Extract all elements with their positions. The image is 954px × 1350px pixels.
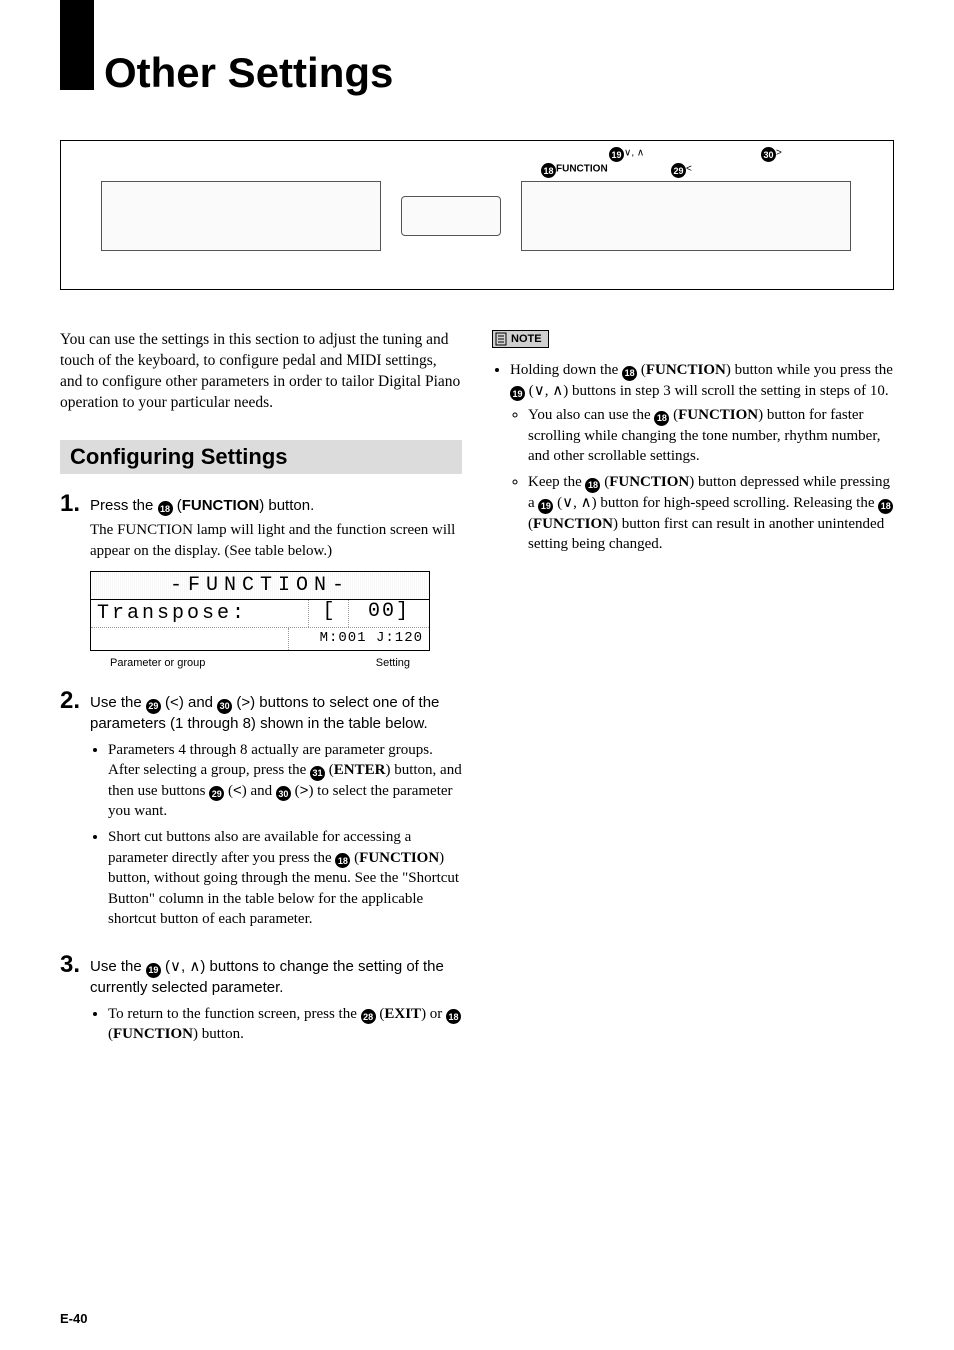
step-1-line-pre: Press the bbox=[90, 497, 158, 514]
page-title: Other Settings bbox=[94, 30, 393, 96]
marker-19: 19∨, ∧ bbox=[609, 147, 644, 162]
lcd-top-row: -FUNCTION- bbox=[91, 572, 429, 600]
title-area: Other Settings bbox=[60, 30, 894, 96]
lcd-label-left: Parameter or group bbox=[110, 657, 205, 669]
section-heading: Configuring Settings bbox=[60, 440, 462, 474]
ref-18-icon: 18 bbox=[158, 501, 173, 516]
step-3-bullet-1: To return to the function screen, press … bbox=[108, 1004, 462, 1045]
marker-29: 29< bbox=[671, 163, 692, 178]
right-column: NOTE Holding down the 18 (FUNCTION) butt… bbox=[492, 330, 894, 1068]
step-3-num: 3. bbox=[60, 953, 90, 977]
step-1-line-end: ) button. bbox=[259, 497, 314, 514]
note-bullet-1: Holding down the 18 (FUNCTION) button wh… bbox=[510, 360, 894, 554]
marker-30: 30> bbox=[761, 147, 782, 162]
note-sub-1: You also can use the 18 (FUNCTION) butto… bbox=[528, 405, 894, 466]
note-icon bbox=[495, 332, 507, 346]
lcd-display: -FUNCTION- Transpose: [ 00] M:001 J:120 bbox=[90, 571, 430, 651]
lcd-value: 00] bbox=[349, 600, 429, 627]
step-2-num: 2. bbox=[60, 689, 90, 713]
step-1-line-post: ( bbox=[173, 497, 182, 514]
lcd-bracket: [ bbox=[309, 600, 349, 627]
lcd-param: Transpose: bbox=[91, 600, 309, 627]
step-3: 3. Use the 19 (∨, ∧) buttons to change t… bbox=[60, 953, 462, 1059]
step-2: 2. Use the 29 (<) and 30 (>) buttons to … bbox=[60, 689, 462, 943]
title-tab bbox=[60, 0, 94, 90]
step-2-line: Use the 29 (<) and 30 (>) buttons to sel… bbox=[90, 694, 439, 732]
lcd-status: M:001 J:120 bbox=[289, 628, 429, 650]
intro-text: You can use the settings in this section… bbox=[60, 330, 462, 414]
note-tag: NOTE bbox=[492, 330, 549, 348]
note-label: NOTE bbox=[511, 333, 542, 345]
step-1-detail: The FUNCTION lamp will light and the fun… bbox=[90, 520, 462, 561]
step-1: 1. Press the 18 (FUNCTION) button. The F… bbox=[60, 492, 462, 561]
note-sub-2: Keep the 18 (FUNCTION) button depressed … bbox=[528, 472, 894, 554]
step-2-bullet-2: Short cut buttons also are available for… bbox=[108, 827, 462, 929]
device-diagram: 19∨, ∧ 30> 18FUNCTION 29< bbox=[60, 140, 894, 290]
lcd-label-right: Setting bbox=[376, 657, 410, 669]
function-marker: 18FUNCTION bbox=[541, 163, 608, 178]
page-number: E-40 bbox=[60, 1311, 87, 1326]
step-1-num: 1. bbox=[60, 492, 90, 516]
step-3-line: Use the 19 (∨, ∧) buttons to change the … bbox=[90, 958, 444, 996]
left-column: You can use the settings in this section… bbox=[60, 330, 462, 1068]
function-label: FUNCTION bbox=[182, 497, 260, 514]
step-2-bullet-1: Parameters 4 through 8 actually are para… bbox=[108, 740, 462, 822]
note-box: NOTE Holding down the 18 (FUNCTION) butt… bbox=[492, 330, 894, 554]
